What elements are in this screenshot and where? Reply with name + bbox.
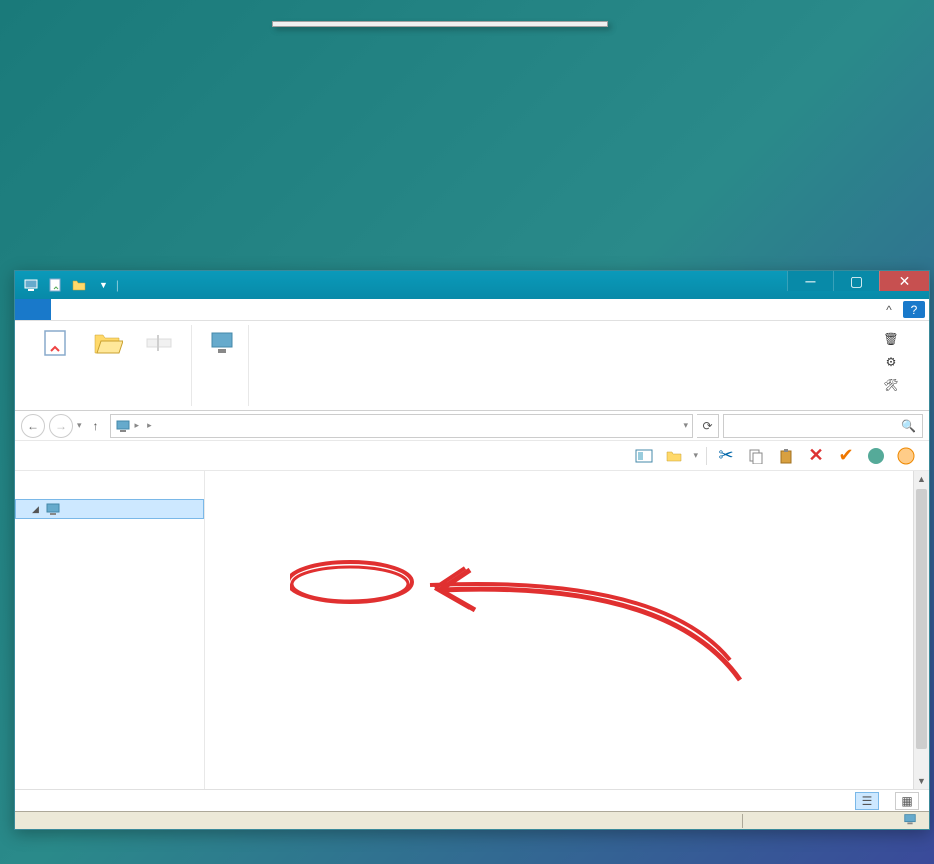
tb-delete-icon[interactable]: ✕ [805,445,827,467]
qa-computer-icon[interactable] [23,277,39,293]
nav-forward-button[interactable]: → [49,414,73,438]
tb-cut-icon[interactable]: ✂ [715,445,737,467]
ribbon-properties-button[interactable] [31,325,79,363]
nav-history-dropdown[interactable]: ▾ [77,420,82,431]
view-details-button[interactable]: ☰ [855,792,879,810]
explorer-window: ▼ | ─ ▢ ✕ ^ ? [14,270,930,830]
sysprops-icon: ⚙ [883,354,899,370]
computer-icon [45,501,61,517]
ribbon-collapse-icon[interactable]: ^ [879,299,899,320]
bottom-status-bar [15,811,929,829]
scrollbar-thumb[interactable] [916,489,927,749]
nav-back-button[interactable]: ← [21,414,45,438]
view-icons-button[interactable]: ▦ [895,792,919,810]
nav-up-button[interactable]: ↑ [86,416,106,436]
search-input[interactable] [730,419,901,433]
sidebar-this-pc[interactable]: ◢ [15,499,204,519]
address-bar: ← → ▾ ↑ ▸ ▸ ▾ ⟳ 🔍 [15,411,929,441]
ribbon-media-button[interactable] [200,325,248,363]
context-menu [272,21,608,27]
breadcrumb-dropdown-icon[interactable]: ▾ [683,420,688,431]
search-icon[interactable]: 🔍 [901,419,916,433]
manage-icon: 🛠 [883,377,899,393]
toolbar: ▾ ✂ ✕ ✔ [15,441,929,471]
content-area: ▲ ▼ [205,471,929,789]
navigation-pane: ◢ [15,471,205,789]
ribbon-tabs: ^ ? [15,299,929,321]
ribbon: 🗑 ⚙ 🛠 [15,321,929,411]
qa-dropdown-icon[interactable]: ▼ [99,280,108,290]
computer-icon [115,418,131,434]
titlebar[interactable]: ▼ | ─ ▢ ✕ [15,271,929,299]
uninstall-icon: 🗑 [883,331,899,347]
tb-icon-1[interactable] [633,445,655,467]
tb-folder-icon[interactable] [663,445,685,467]
close-button[interactable]: ✕ [879,271,929,291]
help-button[interactable]: ? [903,301,925,318]
tb-paste-icon[interactable] [775,445,797,467]
tb-check-icon[interactable]: ✔ [835,445,857,467]
ribbon-open-button[interactable] [83,325,131,363]
ribbon-tab-view[interactable] [79,299,107,320]
qa-folder-icon[interactable] [71,277,87,293]
tb-copy-icon[interactable] [745,445,767,467]
ribbon-uninstall-item[interactable]: 🗑 [883,329,905,349]
vertical-scrollbar[interactable]: ▲ ▼ [913,471,929,789]
chevron-right-icon[interactable]: ▸ [147,420,152,431]
maximize-button[interactable]: ▢ [833,271,879,291]
ribbon-manage-item[interactable]: 🛠 [883,375,905,395]
titlebar-divider: | [116,278,119,292]
ribbon-tab-computer[interactable] [51,299,79,320]
chevron-right-icon[interactable]: ▸ [135,420,140,431]
file-menu[interactable] [15,299,51,320]
minimize-button[interactable]: ─ [787,271,833,291]
computer-icon [903,812,917,829]
qa-properties-icon[interactable] [47,277,63,293]
search-box[interactable]: 🔍 [723,414,923,438]
ribbon-rename-button [135,325,183,363]
breadcrumb[interactable]: ▸ ▸ ▾ [110,414,693,438]
scroll-up-icon[interactable]: ▲ [914,471,929,487]
scroll-down-icon[interactable]: ▼ [914,773,929,789]
refresh-button[interactable]: ⟳ [697,414,719,438]
tb-app1-icon[interactable] [865,445,887,467]
tb-app2-icon[interactable] [895,445,917,467]
ribbon-sysprops-item[interactable]: ⚙ [883,352,905,372]
status-bar: ☰ ▦ [15,789,929,811]
